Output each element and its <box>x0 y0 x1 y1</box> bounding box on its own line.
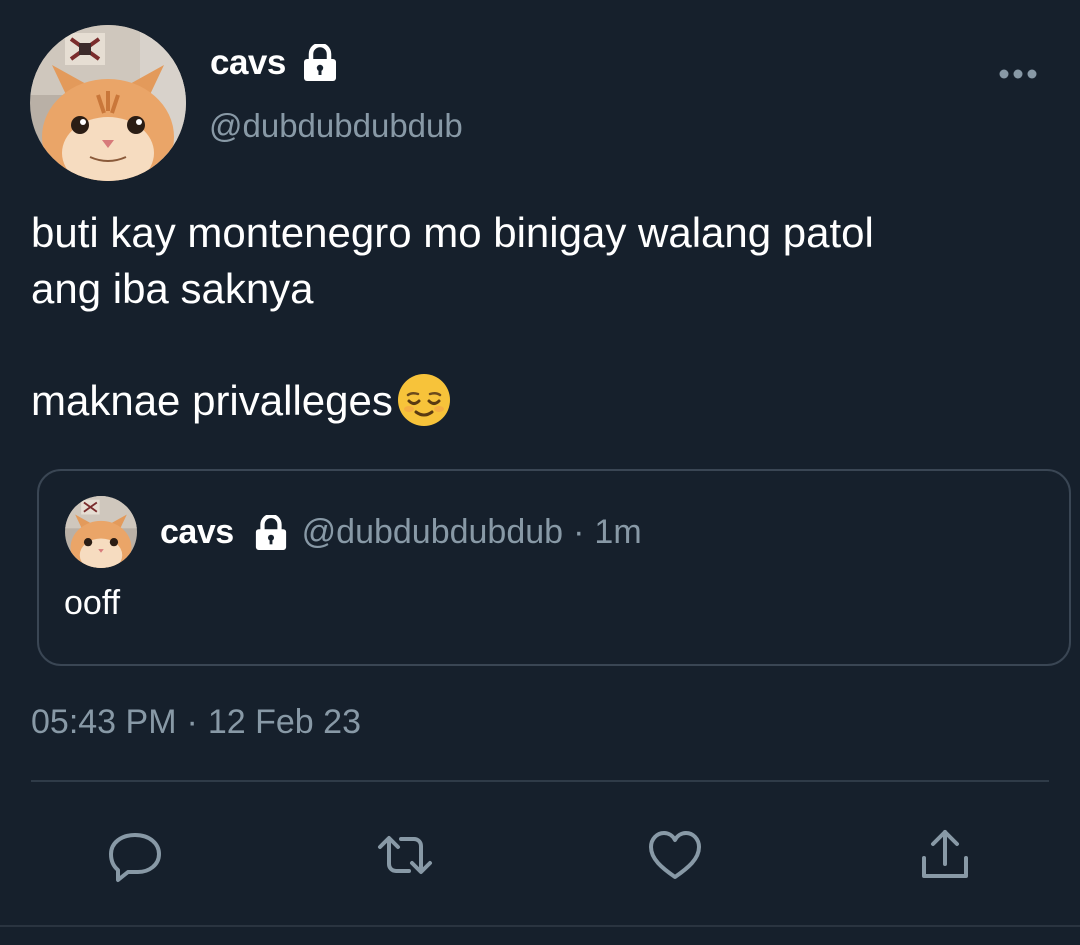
author-name-row[interactable]: cavs <box>210 42 338 83</box>
tweet-detail: cavs @dubdubdubdub buti kay montenegro m… <box>0 0 1080 945</box>
quoted-tweet-time: 1m <box>594 513 642 551</box>
author-handle[interactable]: @dubdubdubdub <box>209 107 463 145</box>
tweet-timestamp[interactable]: 05:43 PM · 12 Feb 23 <box>31 703 361 742</box>
reply-icon <box>109 833 161 882</box>
relieved-face-emoji-icon <box>397 373 451 427</box>
divider <box>31 780 1049 782</box>
reply-button[interactable] <box>100 820 170 890</box>
retweet-icon <box>378 836 432 874</box>
protected-lock-icon <box>302 42 338 82</box>
cat-avatar-image <box>30 25 186 181</box>
tweet-text: buti kay montenegro mo binigay walang pa… <box>31 205 1041 429</box>
quoted-separator: · <box>573 513 585 551</box>
action-bar <box>0 820 1080 890</box>
quoted-tweet-header: cavs @dubdubdubdub · 1m <box>160 513 642 552</box>
more-options-icon[interactable] <box>998 64 1038 84</box>
quoted-tweet-card[interactable]: cavs @dubdubdubdub · 1m ooff <box>37 469 1071 666</box>
quoted-tweet-text: ooff <box>64 584 121 622</box>
timestamp-separator: · <box>186 703 198 741</box>
share-icon <box>922 830 968 878</box>
author-avatar[interactable] <box>30 25 186 181</box>
like-button[interactable] <box>640 820 710 890</box>
quoted-author-name: cavs <box>160 513 234 551</box>
share-button[interactable] <box>910 820 980 890</box>
tweet-body: buti kay montenegro mo binigay walang pa… <box>31 209 874 424</box>
retweet-button[interactable] <box>370 820 440 890</box>
quoted-author-avatar <box>65 496 137 568</box>
author-display-name[interactable]: cavs <box>210 43 286 83</box>
like-icon <box>649 831 701 879</box>
bottom-divider <box>0 925 1080 927</box>
quoted-protected-lock-icon <box>254 513 288 551</box>
tweet-time: 05:43 PM <box>31 703 177 741</box>
tweet-date: 12 Feb 23 <box>207 703 361 741</box>
quoted-author-handle: @dubdubdubdub <box>301 513 564 551</box>
